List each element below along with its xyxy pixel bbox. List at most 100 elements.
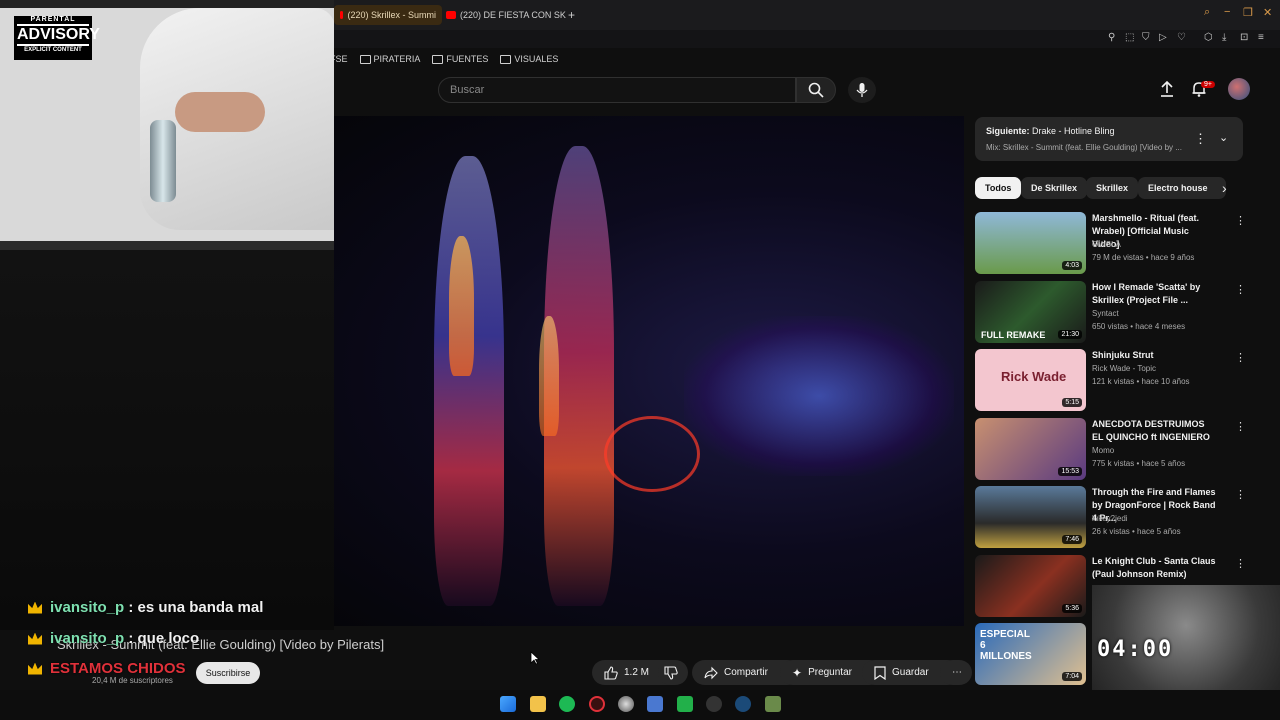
minecraft-icon[interactable]	[765, 696, 781, 712]
menu-icon[interactable]: ≡	[1258, 32, 1264, 43]
shield-icon[interactable]: ⛉	[1142, 32, 1150, 43]
bookmark-folder-fuentes[interactable]: FUENTES	[432, 54, 488, 64]
chip-electro-house[interactable]: Electro house	[1138, 177, 1226, 199]
more-icon[interactable]: ⋮	[1235, 351, 1246, 364]
up-next-subtitle: Mix: Skrillex - Summit (feat. Ellie Goul…	[986, 143, 1182, 152]
mouse-cursor-icon	[530, 651, 540, 665]
notification-count-badge: 9+	[1201, 81, 1215, 88]
chip-all[interactable]: Todos	[975, 177, 1022, 199]
countdown-timer: 04:00	[1097, 637, 1174, 662]
more-icon[interactable]: ⋮	[1235, 557, 1246, 570]
crown-icon	[28, 632, 42, 645]
opera-icon[interactable]	[589, 696, 605, 712]
sparkle-icon: ✦	[792, 665, 803, 680]
video-frame-red-lights	[604, 416, 700, 492]
parental-advisory-logo: PARENTAL ADVISORY EXPLICIT CONTENT	[14, 16, 100, 60]
video-player[interactable]	[334, 116, 964, 626]
video-thumbnail[interactable]: 7:46	[975, 486, 1086, 548]
more-icon[interactable]: ⋮	[1235, 283, 1246, 296]
chevron-right-icon[interactable]: ›	[1222, 180, 1227, 196]
more-icon: ⋯	[952, 667, 962, 678]
thumbs-down-icon	[664, 665, 678, 680]
screenshot-icon[interactable]: ⬚	[1125, 32, 1134, 43]
more-icon[interactable]: ⋮	[1235, 420, 1246, 433]
folder-icon	[500, 54, 512, 64]
chat-message: ESTAMOS CHIDOS	[28, 660, 186, 677]
bookmark-folder-visuales[interactable]: VISUALES	[500, 54, 558, 64]
more-icon[interactable]: ⋮	[1194, 131, 1207, 147]
search-button[interactable]	[796, 77, 836, 103]
download-icon[interactable]: ⤓	[1222, 32, 1226, 43]
chat-message: ivansito_p : es una banda mal	[28, 599, 263, 616]
minimize-icon[interactable]: −	[1224, 6, 1230, 18]
webcam-overlay: PARENTAL ADVISORY EXPLICIT CONTENT	[0, 0, 334, 250]
more-actions-button[interactable]: ⋯	[940, 660, 972, 685]
video-thumbnail[interactable]: 15:53	[975, 418, 1086, 480]
more-icon[interactable]: ⋮	[1235, 488, 1246, 501]
obs-icon[interactable]	[618, 696, 634, 712]
search-input[interactable]: Buscar	[438, 77, 796, 103]
chat-message: ivansito_p : que loco	[28, 630, 199, 647]
pin-icon[interactable]: ⚲	[1108, 32, 1115, 43]
recommendation-item[interactable]: FULL REMAKE 21:30 How I Remade 'Scatta' …	[975, 281, 1255, 345]
video-frame-fire	[449, 236, 474, 376]
upload-icon	[1161, 80, 1173, 97]
search-tabs-icon[interactable]: ⌕	[1204, 6, 1210, 19]
file-explorer-icon[interactable]	[530, 696, 546, 712]
mic-icon	[856, 83, 868, 97]
maximize-icon[interactable]: ❐	[1243, 6, 1253, 19]
webcam-water-bottle	[150, 120, 176, 202]
crown-icon	[28, 601, 42, 614]
close-icon[interactable]: ✕	[1263, 6, 1272, 19]
video-frame-fire	[539, 316, 559, 436]
search-icon	[808, 82, 824, 98]
browser-tab-active[interactable]: (220) Skrillex - Summi	[334, 5, 442, 25]
dislike-button[interactable]	[658, 660, 688, 685]
chip-skrillex[interactable]: Skrillex	[1086, 177, 1139, 199]
spotify-icon[interactable]	[559, 696, 575, 712]
webcam-hand	[175, 92, 265, 132]
video-frame-led-lights	[684, 316, 954, 476]
recommendation-item[interactable]: Rick Wade 5:15 Shinjuku Strut Rick Wade …	[975, 349, 1255, 413]
app-icon[interactable]	[647, 696, 663, 712]
video-thumbnail[interactable]: 4:03	[975, 212, 1086, 274]
bookmarks-bar: FSE PIRATERIA FUENTES VISUALES	[330, 50, 558, 68]
webcam-titlebar	[0, 0, 334, 8]
play-icon[interactable]: ▷	[1159, 32, 1167, 43]
subscriber-count: 20,4 M de suscriptores	[92, 676, 173, 685]
video-thumbnail[interactable]: ESPECIAL 6 MILLONES 7:04	[975, 623, 1086, 685]
extensions-icon[interactable]: ⬡	[1204, 32, 1213, 43]
more-icon[interactable]: ⋮	[1235, 214, 1246, 227]
up-next-title: Siguiente: Drake - Hotline Bling	[986, 126, 1115, 136]
video-frame-sculpture-left	[434, 156, 504, 606]
subscribe-button[interactable]: Suscribirse	[196, 662, 260, 684]
voice-search-button[interactable]	[848, 77, 876, 103]
video-thumbnail[interactable]: Rick Wade 5:15	[975, 349, 1086, 411]
avatar[interactable]	[1228, 78, 1250, 100]
new-tab-button[interactable]: +	[565, 5, 587, 25]
capcut-icon[interactable]	[706, 696, 722, 712]
windows-start-icon[interactable]	[500, 696, 516, 712]
chevron-down-icon[interactable]: ⌄	[1219, 131, 1228, 144]
folder-icon	[359, 54, 371, 64]
bookmark-folder-pirateria[interactable]: PIRATERIA	[359, 54, 420, 64]
video-thumbnail[interactable]: FULL REMAKE 21:30	[975, 281, 1086, 343]
browser-tab[interactable]: (220) DE FIESTA CON SK	[440, 5, 572, 25]
bookmark-icon	[874, 665, 886, 680]
webcam-statusbar	[0, 241, 334, 250]
folder-icon	[432, 54, 444, 64]
recommendation-item[interactable]: 7:46 Through the Fire and Flames by Drag…	[975, 486, 1255, 550]
snapshot-icon[interactable]: ⊡	[1240, 32, 1248, 43]
clip-icon[interactable]	[677, 696, 693, 712]
chip-from-skrillex[interactable]: De Skrillex	[1021, 177, 1088, 199]
share-icon	[704, 666, 718, 679]
heart-icon[interactable]: ♡	[1177, 32, 1186, 43]
thumbs-up-icon	[604, 665, 618, 680]
steam-icon[interactable]	[735, 696, 751, 712]
crown-icon	[28, 662, 42, 675]
upload-button[interactable]	[1158, 80, 1176, 103]
recommendation-item[interactable]: 4:03 Marshmello - Ritual (feat. Wrabel) …	[975, 212, 1255, 276]
recommendation-item[interactable]: 15:53 ANECDOTA DESTRUIMOS EL QUINCHO ft …	[975, 418, 1255, 482]
video-ambient-area	[0, 250, 334, 630]
video-thumbnail[interactable]: 5:36	[975, 555, 1086, 617]
